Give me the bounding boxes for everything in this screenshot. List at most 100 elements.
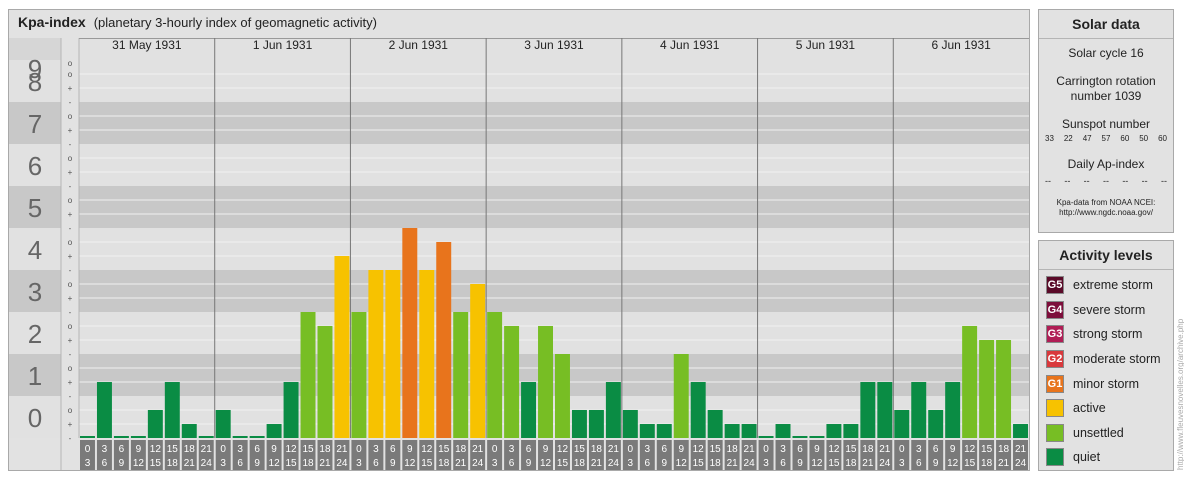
kp-bar xyxy=(758,436,774,438)
kp-bar xyxy=(215,409,231,438)
sub-tick-label: - xyxy=(69,140,72,149)
interval-end-label: 12 xyxy=(540,458,552,469)
interval-end-label: 18 xyxy=(981,458,993,469)
interval-start-label: 21 xyxy=(472,444,484,455)
ap-value: -- xyxy=(1102,176,1109,186)
sub-tick-label: - xyxy=(69,350,72,359)
legend-label: moderate storm xyxy=(1073,352,1161,367)
interval-start-label: 3 xyxy=(916,444,922,455)
interval-start-label: 6 xyxy=(661,444,667,455)
sub-tick-label: o xyxy=(68,112,73,121)
y-tick-label: 4 xyxy=(28,235,42,265)
sunspot-value: 60 xyxy=(1120,134,1130,143)
interval-start-label: 9 xyxy=(814,444,820,455)
kp-bar xyxy=(130,436,146,438)
kp-bar xyxy=(113,436,129,438)
interval-end-label: 21 xyxy=(862,458,874,469)
legend-label: unsettled xyxy=(1073,425,1124,440)
interval-start-label: 6 xyxy=(797,444,803,455)
legend-item: active xyxy=(1039,396,1173,421)
interval-start-label: 0 xyxy=(899,444,905,455)
day-label: 31 May 1931 xyxy=(112,38,182,52)
sunspot-value: 60 xyxy=(1158,134,1167,143)
ap-title: Daily Ap-index xyxy=(1067,157,1145,171)
kp-bar xyxy=(945,382,961,438)
interval-end-label: 24 xyxy=(608,458,620,469)
interval-start-label: 18 xyxy=(455,444,467,455)
legend-swatch: G1 xyxy=(1046,374,1064,393)
interval-start-label: 15 xyxy=(981,444,993,455)
legend-label: severe storm xyxy=(1073,302,1146,317)
interval-end-label: 6 xyxy=(237,458,243,469)
interval-end-label: 15 xyxy=(421,458,433,469)
interval-start-label: 18 xyxy=(184,444,196,455)
kp-bar xyxy=(741,424,757,438)
interval-end-label: 24 xyxy=(201,458,213,469)
interval-end-label: 18 xyxy=(574,458,586,469)
interval-end-label: 15 xyxy=(828,458,840,469)
watermark: http://www.fleuvesnovelles.org/archive.p… xyxy=(1176,318,1184,470)
y-tick-label: 1 xyxy=(28,361,42,391)
kp-bar xyxy=(436,241,452,438)
interval-end-label: 3 xyxy=(763,458,769,469)
sub-tick-label: - xyxy=(69,308,72,317)
interval-end-label: 12 xyxy=(269,458,281,469)
sub-tick-label: o xyxy=(68,196,73,205)
interval-start-label: 18 xyxy=(862,444,874,455)
kp-bar xyxy=(707,409,723,438)
legend-item: G5 extreme storm xyxy=(1039,273,1173,298)
interval-end-label: 15 xyxy=(150,458,162,469)
sub-tick-label: + xyxy=(68,84,73,93)
kp-bar xyxy=(96,382,112,438)
interval-start-label: 3 xyxy=(102,444,108,455)
interval-end-label: 24 xyxy=(1015,458,1027,469)
interval-start-label: 12 xyxy=(964,444,976,455)
interval-end-label: 15 xyxy=(557,458,569,469)
interval-end-label: 21 xyxy=(319,458,331,469)
kp-bar xyxy=(809,436,825,438)
interval-start-label: 6 xyxy=(933,444,939,455)
kp-bar xyxy=(266,424,282,438)
interval-end-label: 24 xyxy=(472,458,484,469)
sunspot-values: 33 22 47 57 60 50 60 xyxy=(1039,134,1173,143)
sub-tick-label: + xyxy=(68,336,73,345)
kp-bar xyxy=(792,436,808,438)
interval-end-label: 15 xyxy=(693,458,705,469)
interval-end-label: 21 xyxy=(455,458,467,469)
kp-bar xyxy=(402,228,418,438)
interval-start-label: 0 xyxy=(628,444,634,455)
level-band xyxy=(79,60,1029,102)
interval-start-label: 12 xyxy=(285,444,297,455)
kp-bar xyxy=(164,382,180,438)
activity-legend: G5 extreme storm G4 severe storm G3 strong … xyxy=(1039,270,1173,470)
kp-bar xyxy=(283,382,299,438)
sub-tick-label: + xyxy=(68,210,73,219)
interval-start-label: 18 xyxy=(319,444,331,455)
kp-bar xyxy=(962,325,978,438)
y-tick-label: 9 xyxy=(28,54,42,84)
day-label: 2 Jun 1931 xyxy=(389,38,449,52)
kp-bar xyxy=(419,270,435,438)
interval-start-label: 15 xyxy=(438,444,450,455)
interval-end-label: 24 xyxy=(336,458,348,469)
kp-bar xyxy=(470,283,486,438)
sunspot-value: 47 xyxy=(1082,134,1092,143)
interval-start-label: 21 xyxy=(1015,444,1027,455)
interval-start-label: 15 xyxy=(845,444,857,455)
sunspot-title: Sunspot number xyxy=(1061,117,1151,131)
kp-bar xyxy=(860,382,876,438)
interval-start-label: 0 xyxy=(492,444,498,455)
legend-swatch xyxy=(1046,399,1064,418)
legend-swatch: G2 xyxy=(1046,350,1064,369)
kp-bar xyxy=(622,409,638,438)
kp-bar xyxy=(232,436,248,438)
sub-tick-label: + xyxy=(68,378,73,387)
kp-bar xyxy=(453,312,469,438)
y-tick-label: 3 xyxy=(28,277,42,307)
day-label: 3 Jun 1931 xyxy=(524,38,584,52)
sub-tick-label: o xyxy=(68,406,73,415)
carrington-line1: Carrington rotation xyxy=(1056,74,1156,88)
interval-start-label: 9 xyxy=(136,444,142,455)
sunspot-value: 33 xyxy=(1045,134,1054,143)
interval-start-label: 18 xyxy=(727,444,739,455)
